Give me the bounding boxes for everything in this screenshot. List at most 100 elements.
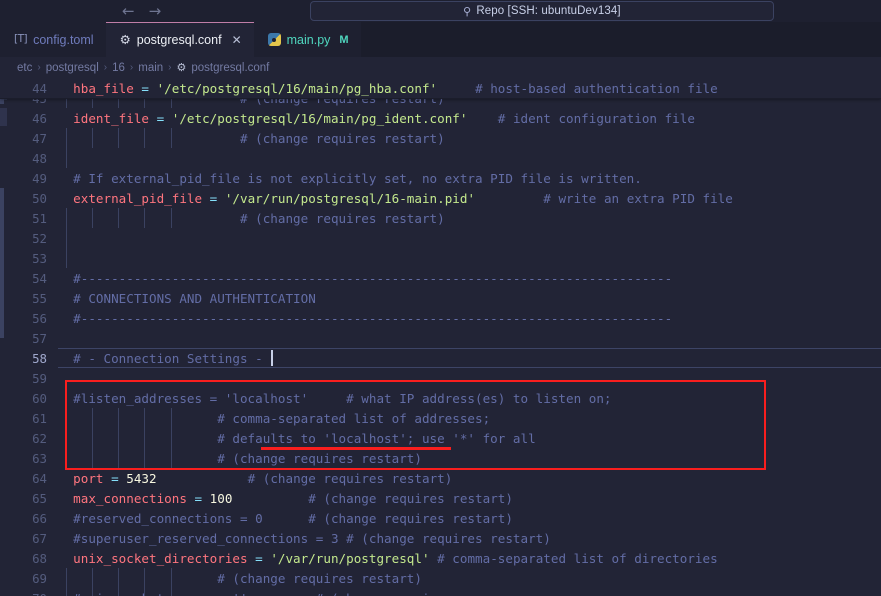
- indent-guide: [144, 448, 146, 468]
- code-line[interactable]: 56 #------------------------------------…: [0, 308, 881, 328]
- line-number: 50: [32, 190, 47, 206]
- line-content: unix_socket_directories = '/var/run/post…: [58, 551, 881, 566]
- sticky-line-row[interactable]: 44 hba_file = '/etc/postgresql/16/main/p…: [0, 78, 881, 99]
- code-line[interactable]: 65 max_connections = 100 # (change requi…: [0, 488, 881, 508]
- code-editor[interactable]: 45 # (change requires restart)46 ident_f…: [0, 78, 881, 596]
- line-content: hba_file = '/etc/postgresql/16/main/pg_h…: [58, 81, 881, 96]
- breadcrumb-item-etc[interactable]: etc: [17, 62, 32, 74]
- code-line[interactable]: 54 #------------------------------------…: [0, 268, 881, 288]
- code-line[interactable]: 64 port = 5432 # (change requires restar…: [0, 468, 881, 488]
- line-content: #listen_addresses = 'localhost' # what I…: [58, 391, 881, 406]
- code-line[interactable]: 55 # CONNECTIONS AND AUTHENTICATION: [0, 288, 881, 308]
- line-number: 65: [32, 490, 47, 506]
- code-line[interactable]: 58 # - Connection Settings -: [0, 348, 881, 368]
- code-line[interactable]: 46 ident_file = '/etc/postgresql/16/main…: [0, 108, 881, 128]
- tab-postgresql-conf[interactable]: ⚙ postgresql.conf ✕: [105, 22, 254, 57]
- indent-guide: [170, 588, 172, 596]
- code-line[interactable]: 60 #listen_addresses = 'localhost' # wha…: [0, 388, 881, 408]
- code-line[interactable]: 59: [0, 368, 881, 388]
- chevron-right-icon: ›: [168, 62, 172, 73]
- line-content: #---------------------------------------…: [58, 271, 881, 286]
- breadcrumb-item-16[interactable]: 16: [112, 62, 125, 74]
- code-token: =: [149, 110, 172, 126]
- code-token: #---------------------------------------…: [58, 270, 673, 286]
- indent-guide: [144, 128, 146, 148]
- line-content: ident_file = '/etc/postgresql/16/main/pg…: [58, 111, 881, 126]
- code-line[interactable]: 67 #superuser_reserved_connections = 3 #…: [0, 528, 881, 548]
- code-line[interactable]: 61 # comma-separated list of addresses;: [0, 408, 881, 428]
- command-center-search[interactable]: ⚲ Repo [SSH: ubuntuDev134]: [310, 1, 774, 21]
- breadcrumb-item-main[interactable]: main: [138, 62, 163, 74]
- code-line[interactable]: 49 # If external_pid_file is not explici…: [0, 168, 881, 188]
- code-token: # (change requires restart): [58, 570, 422, 586]
- code-line[interactable]: 48: [0, 148, 881, 168]
- python-icon: [267, 33, 281, 46]
- toml-file-icon: [T]: [14, 33, 28, 46]
- indent-guide: [118, 208, 120, 228]
- line-number: 67: [32, 530, 47, 546]
- code-token: hba_file: [73, 80, 134, 96]
- code-line[interactable]: 47 # (change requires restart): [0, 128, 881, 148]
- line-number: 64: [32, 470, 47, 486]
- navigation-arrows: ← →: [122, 3, 162, 19]
- code-line[interactable]: 53: [0, 248, 881, 268]
- code-token: # (change requires restart): [58, 450, 422, 466]
- code-line[interactable]: 51 # (change requires restart): [0, 208, 881, 228]
- line-content: #---------------------------------------…: [58, 311, 881, 326]
- breadcrumb: etc › postgresql › 16 › main › ⚙ postgre…: [0, 57, 881, 78]
- code-line[interactable]: 66 #reserved_connections = 0 # (change r…: [0, 508, 881, 528]
- code-token: # (change requires restart): [58, 130, 445, 146]
- line-number: 47: [32, 130, 47, 146]
- indent-guide: [66, 208, 67, 228]
- code-line[interactable]: 62 # defaults to 'localhost'; use '*' fo…: [0, 428, 881, 448]
- code-line[interactable]: 69 # (change requires restart): [0, 568, 881, 588]
- indent-guide: [92, 128, 94, 148]
- tab-config-toml[interactable]: [T] config.toml: [0, 22, 106, 57]
- line-content: #superuser_reserved_connections = 3 # (c…: [58, 531, 881, 546]
- line-content: # - Connection Settings -: [58, 351, 881, 366]
- code-token: external_pid_file: [73, 190, 203, 206]
- line-content: port = 5432 # (change requires restart): [58, 471, 881, 486]
- line-content: # comma-separated list of addresses;: [58, 411, 881, 426]
- line-content: external_pid_file = '/var/run/postgresql…: [58, 191, 881, 206]
- code-line[interactable]: 70 #unix_socket_group = '' # (change req…: [0, 588, 881, 596]
- code-token: unix_socket_directories: [73, 550, 248, 566]
- forward-arrow-icon[interactable]: →: [149, 3, 162, 19]
- code-line[interactable]: 63 # (change requires restart): [0, 448, 881, 468]
- code-line[interactable]: 68 unix_socket_directories = '/var/run/p…: [0, 548, 881, 568]
- code-line[interactable]: 57: [0, 328, 881, 348]
- editor-tab-bar: [T] config.toml ⚙ postgresql.conf ✕ main…: [0, 22, 881, 57]
- line-content: # (change requires restart): [58, 571, 881, 586]
- indent-guide: [118, 568, 120, 588]
- code-line[interactable]: 52: [0, 228, 881, 248]
- code-token: # (change requires restart): [232, 490, 513, 506]
- indent-guide: [144, 208, 146, 228]
- line-number: 66: [32, 510, 47, 526]
- line-number: 63: [32, 450, 47, 466]
- breadcrumb-item-file[interactable]: postgresql.conf: [191, 62, 269, 74]
- code-token: '/var/run/postgresql/16-main.pid': [224, 190, 476, 206]
- code-token: #superuser_reserved_connections = 3 # (c…: [58, 530, 551, 546]
- line-number: 48: [32, 150, 47, 166]
- line-number: 62: [32, 430, 47, 446]
- tab-main-py[interactable]: main.py M: [253, 22, 361, 57]
- tab-bar-filler: [360, 22, 881, 57]
- back-arrow-icon[interactable]: ←: [122, 3, 135, 19]
- line-number: 54: [32, 270, 47, 286]
- breadcrumb-item-postgresql[interactable]: postgresql: [46, 62, 99, 74]
- indent-guide: [118, 128, 120, 148]
- indent-guide: [92, 408, 94, 428]
- close-icon[interactable]: ✕: [232, 33, 242, 47]
- indent-guide: [144, 568, 146, 588]
- indent-guide: [66, 248, 67, 268]
- code-token: # If external_pid_file is not explicitly…: [58, 170, 642, 186]
- code-line[interactable]: 50 external_pid_file = '/var/run/postgre…: [0, 188, 881, 208]
- line-content: # (change requires restart): [58, 131, 881, 146]
- code-token: max_connections: [73, 490, 187, 506]
- chevron-right-icon: ›: [103, 62, 108, 73]
- code-token: '/etc/postgresql/16/main/pg_ident.conf': [171, 110, 468, 126]
- indent-guide: [66, 148, 67, 168]
